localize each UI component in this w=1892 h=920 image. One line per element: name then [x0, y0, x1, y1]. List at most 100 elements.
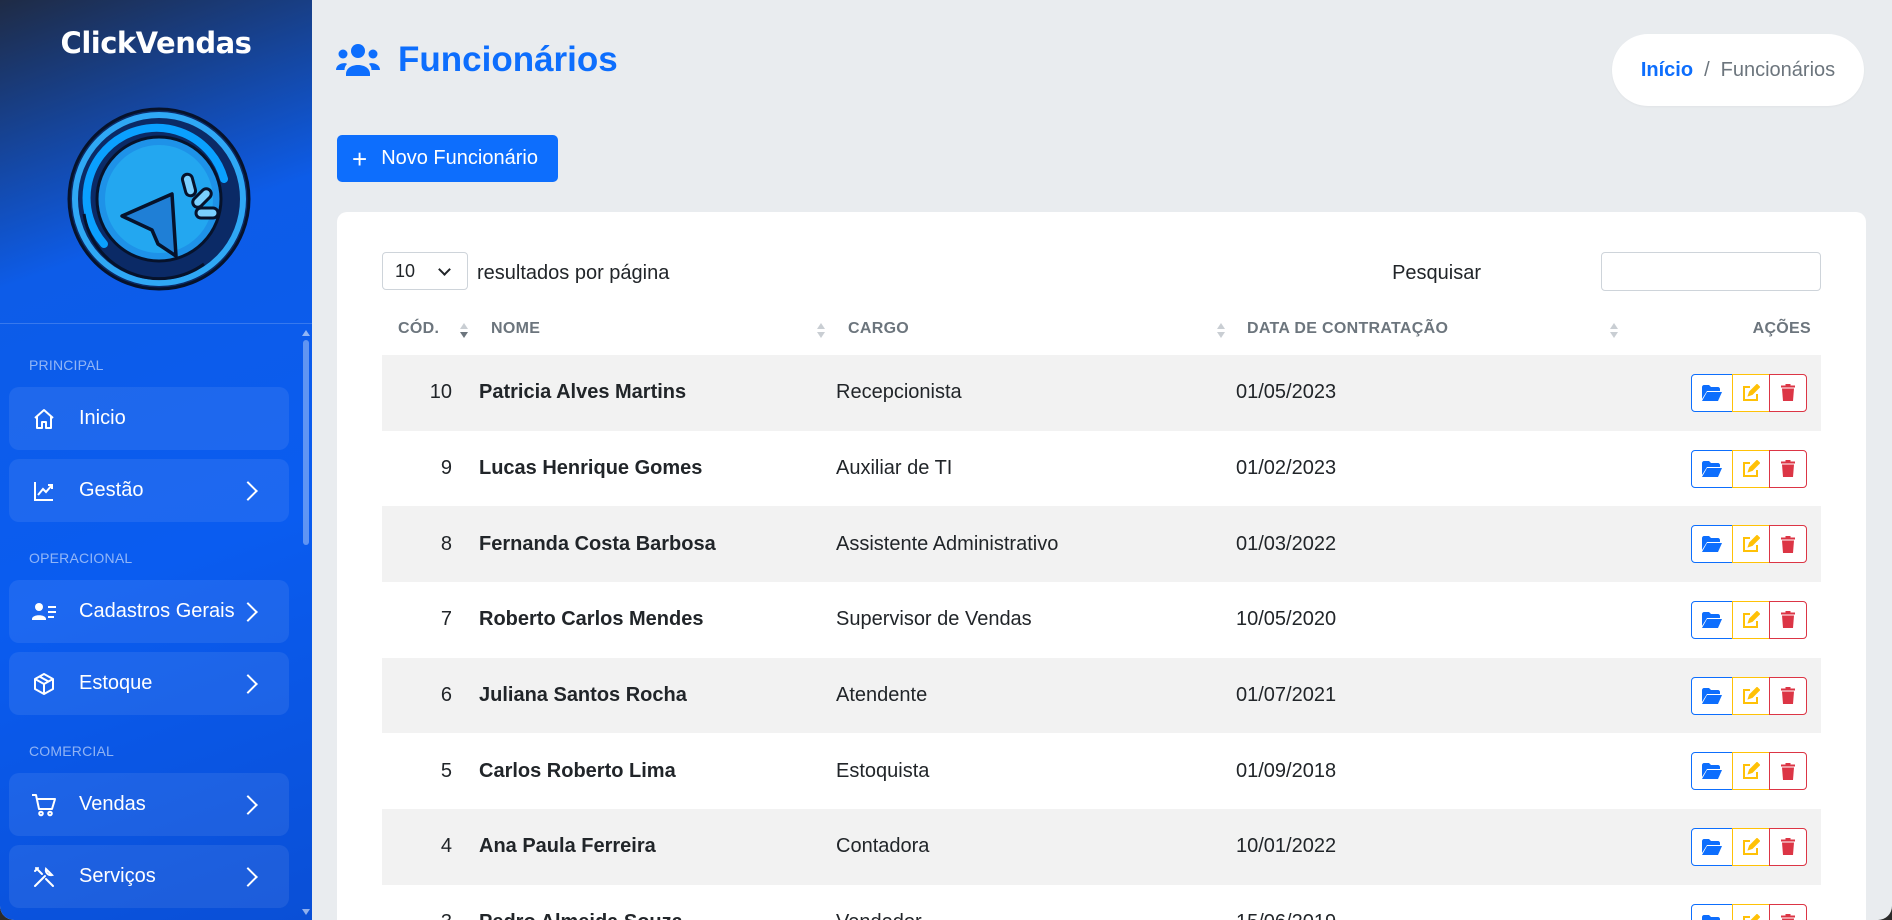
view-button[interactable] — [1691, 373, 1733, 412]
sidebar-divider — [0, 323, 312, 324]
view-button[interactable] — [1691, 525, 1733, 564]
trash-icon — [1781, 611, 1795, 629]
edit-icon — [1743, 686, 1760, 704]
edit-button[interactable] — [1732, 903, 1770, 920]
trash-icon — [1781, 687, 1795, 705]
cell-nome: Juliana Santos Rocha — [474, 657, 831, 734]
breadcrumb-home-link[interactable]: Início — [1641, 59, 1693, 82]
edit-button[interactable] — [1732, 600, 1770, 639]
column-header-cod[interactable]: CÓD. — [382, 302, 474, 355]
scroll-up-icon[interactable] — [302, 330, 310, 336]
delete-button[interactable] — [1769, 827, 1807, 866]
view-button[interactable] — [1691, 827, 1733, 866]
sidebar-scrollbar[interactable] — [302, 330, 310, 915]
main-content: Funcionários Início / Funcionários + Nov… — [312, 0, 1892, 920]
delete-button[interactable] — [1769, 525, 1807, 564]
row-actions — [1691, 827, 1807, 866]
delete-button[interactable] — [1769, 373, 1807, 412]
breadcrumb: Início / Funcionários — [1612, 34, 1864, 106]
folder-open-icon — [1702, 914, 1720, 920]
sidebar-item-servicos[interactable]: Serviços — [9, 845, 289, 908]
cell-data: 01/09/2018 — [1236, 759, 1337, 782]
delete-button[interactable] — [1769, 903, 1807, 920]
scrollbar-thumb[interactable] — [303, 340, 309, 545]
edit-button[interactable] — [1732, 752, 1770, 791]
sidebar-item-cadastros-gerais[interactable]: Cadastros Gerais — [9, 580, 289, 643]
cell-cargo: Estoquista — [836, 759, 930, 782]
view-button[interactable] — [1691, 449, 1733, 488]
cell-cargo: Atendente — [831, 657, 1231, 734]
cell-acoes — [1624, 885, 1821, 920]
column-header-label: CÓD. — [398, 319, 440, 337]
cell-cargo: Supervisor de Vendas — [836, 608, 1032, 631]
sidebar-item-vendas[interactable]: Vendas — [9, 773, 289, 836]
column-header-cargo[interactable]: CARGO — [831, 302, 1231, 355]
sidebar-item-label: Serviços — [79, 865, 156, 887]
page-size-value: 10 — [395, 260, 416, 281]
cart-icon — [31, 792, 57, 818]
cell-cod: 9 — [440, 457, 452, 480]
view-button[interactable] — [1691, 600, 1733, 639]
scroll-down-icon[interactable] — [302, 909, 310, 915]
trash-icon — [1781, 838, 1795, 856]
plus-icon: + — [352, 143, 368, 174]
trash-icon — [1781, 384, 1795, 402]
table-row: 5 Carlos Roberto Lima Estoquista 01/09/2… — [382, 733, 1821, 809]
cell-nome: Roberto Carlos Mendes — [479, 608, 704, 631]
employees-card: 10 resultados por página Pesquisar CÓD. … — [337, 212, 1866, 920]
view-button[interactable] — [1691, 903, 1733, 920]
sidebar-item-inicio[interactable]: Inicio — [9, 387, 289, 450]
table-header-row: CÓD. NOME CARGO DATA DE CONTRATAÇÃO AÇÕE… — [382, 302, 1821, 355]
chevron-right-icon — [238, 601, 258, 622]
delete-button[interactable] — [1769, 600, 1807, 639]
cell-nome: Fernanda Costa Barbosa — [474, 506, 831, 583]
folder-open-icon — [1702, 536, 1722, 553]
search-input[interactable] — [1601, 252, 1821, 291]
search-label: Pesquisar — [1392, 262, 1481, 284]
edit-icon — [1743, 610, 1760, 628]
table-row: 10 Patricia Alves Martins Recepcionista … — [382, 355, 1821, 431]
cell-data: 01/02/2023 — [1236, 457, 1337, 480]
table-row: 9 Lucas Henrique Gomes Auxiliar de TI 01… — [382, 431, 1821, 507]
chevron-right-icon — [238, 480, 258, 501]
column-header-nome[interactable]: NOME — [474, 302, 831, 355]
cell-cargo: Vendedor — [831, 885, 1231, 920]
sidebar-item-estoque[interactable]: Estoque — [9, 652, 289, 715]
cell-acoes — [1624, 657, 1821, 734]
edit-icon — [1743, 535, 1760, 553]
sort-icon — [460, 323, 468, 343]
table-row: 3 Pedro Almeida Souza Vendedor 15/06/201… — [382, 885, 1821, 920]
delete-button[interactable] — [1769, 676, 1807, 715]
edit-button[interactable] — [1732, 525, 1770, 564]
tools-icon — [31, 864, 57, 890]
cell-acoes — [1624, 431, 1821, 507]
new-employee-button[interactable]: + Novo Funcionário — [337, 135, 558, 182]
column-header-label: AÇÕES — [1752, 319, 1811, 337]
edit-button[interactable] — [1732, 676, 1770, 715]
section-label-principal: PRINCIPAL — [29, 357, 104, 373]
cell-cargo: Recepcionista — [831, 355, 1231, 431]
chart-line-icon — [31, 478, 57, 504]
column-header-data[interactable]: DATA DE CONTRATAÇÃO — [1231, 302, 1624, 355]
chevron-right-icon — [238, 866, 258, 887]
delete-button[interactable] — [1769, 449, 1807, 488]
cell-nome: Patricia Alves Martins — [474, 355, 831, 431]
sidebar-item-gestao[interactable]: Gestão — [9, 459, 289, 522]
edit-button[interactable] — [1732, 449, 1770, 488]
cell-acoes — [1624, 582, 1821, 658]
edit-button[interactable] — [1732, 827, 1770, 866]
column-header-label: DATA DE CONTRATAÇÃO — [1247, 319, 1449, 337]
page-size-select[interactable]: 10 — [382, 252, 468, 290]
column-header-label: CARGO — [848, 319, 910, 337]
cell-cod: 10 — [382, 355, 474, 431]
page-title-text: Funcionários — [398, 40, 618, 79]
row-actions — [1691, 676, 1807, 715]
view-button[interactable] — [1691, 676, 1733, 715]
delete-button[interactable] — [1769, 752, 1807, 791]
cell-cod: 3 — [382, 885, 474, 920]
view-button[interactable] — [1691, 752, 1733, 791]
folder-open-icon — [1702, 611, 1722, 628]
edit-button[interactable] — [1732, 373, 1770, 412]
cell-data: 01/07/2021 — [1231, 657, 1624, 734]
folder-open-icon — [1702, 460, 1722, 477]
